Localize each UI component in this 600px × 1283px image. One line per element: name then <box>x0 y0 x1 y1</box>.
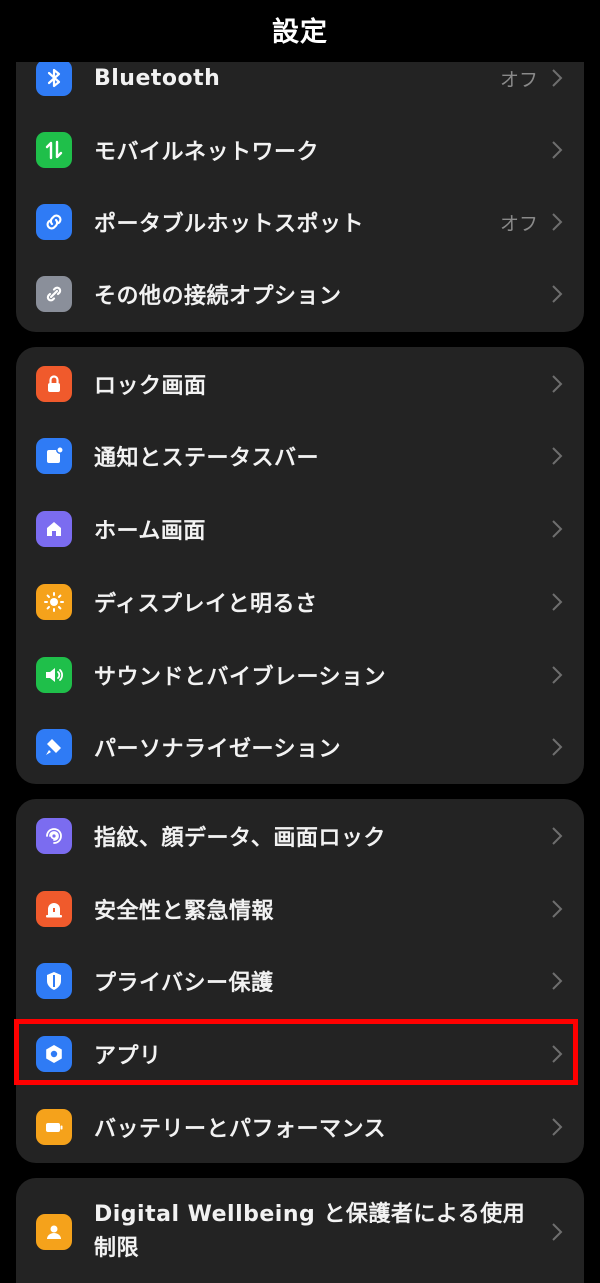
settings-item-label: Digital Wellbeing と保護者による使用制限 <box>94 1202 526 1261</box>
chevron-right-icon <box>550 518 564 540</box>
chevron-right-icon <box>550 1043 564 1065</box>
settings-item-label: Bluetooth <box>94 65 221 91</box>
personalization-icon <box>36 729 72 765</box>
chevron-right-icon <box>550 825 564 847</box>
chevron-right-icon <box>550 139 564 161</box>
settings-group-display: ロック画面 通知とステータスバー ホーム画面 ディスプレイと明るさ サウンドとバ… <box>16 347 584 784</box>
chevron-right-icon <box>550 445 564 467</box>
lock-icon <box>36 366 72 402</box>
settings-item-sound[interactable]: サウンドとバイブレーション <box>16 639 584 711</box>
notification-icon <box>36 438 72 474</box>
settings-group-security: 指紋、顔データ、画面ロック 安全性と緊急情報 プライバシー保護 アプリ バッテリ… <box>16 799 584 1163</box>
chevron-right-icon <box>550 591 564 613</box>
settings-item-hotspot[interactable]: ポータブルホットスポット オフ <box>16 186 584 258</box>
settings-item-fingerprint[interactable]: 指紋、顔データ、画面ロック <box>16 800 584 872</box>
settings-item-safety-emergency[interactable]: 安全性と緊急情報 <box>16 873 584 945</box>
settings-item-value: オフ <box>499 68 538 91</box>
bluetooth-icon <box>36 60 72 96</box>
settings-item-label: 通知とステータスバー <box>94 446 320 471</box>
settings-group-connectivity: Bluetooth オフ モバイルネットワーク ポータブルホットスポット オフ … <box>16 30 584 332</box>
settings-item-label: プライバシー保護 <box>94 971 274 996</box>
chevron-right-icon <box>550 373 564 395</box>
chevron-right-icon <box>550 970 564 992</box>
chevron-right-icon <box>550 1221 564 1243</box>
settings-item-label: その他の接続オプション <box>94 284 342 309</box>
sound-icon <box>36 657 72 693</box>
settings-item-label: アプリ <box>94 1044 162 1069</box>
settings-item-mobile-network[interactable]: モバイルネットワーク <box>16 114 584 186</box>
settings-item-display-brightness[interactable]: ディスプレイと明るさ <box>16 566 584 638</box>
settings-item-label: バッテリーとパフォーマンス <box>94 1117 387 1142</box>
settings-item-value: オフ <box>499 212 538 235</box>
chevron-right-icon <box>550 67 564 89</box>
emergency-icon <box>36 891 72 927</box>
settings-item-personalization[interactable]: パーソナライゼーション <box>16 711 584 783</box>
settings-item-more-connections[interactable]: その他の接続オプション <box>16 258 584 330</box>
settings-screen: 設定 Bluetooth オフ モバイルネットワーク ポータブルホットスポット … <box>0 0 600 1283</box>
chevron-right-icon <box>550 283 564 305</box>
settings-item-label: パーソナライゼーション <box>94 737 342 762</box>
apps-gear-icon <box>36 1036 72 1072</box>
header: 設定 <box>0 0 600 62</box>
settings-item-label: ロック画面 <box>94 374 207 399</box>
chevron-right-icon <box>550 664 564 686</box>
settings-item-privacy[interactable]: プライバシー保護 <box>16 945 584 1017</box>
mobile-data-icon <box>36 132 72 168</box>
settings-item-label: 指紋、顔データ、画面ロック <box>94 826 386 851</box>
fingerprint-icon <box>36 818 72 854</box>
settings-item-home-screen[interactable]: ホーム画面 <box>16 493 584 565</box>
chevron-right-icon <box>550 211 564 233</box>
settings-item-lock-screen[interactable]: ロック画面 <box>16 348 584 420</box>
page-title: 設定 <box>272 16 328 48</box>
settings-item-label: サウンドとバイブレーション <box>94 665 387 690</box>
privacy-shield-icon <box>36 963 72 999</box>
wellbeing-icon <box>36 1214 72 1250</box>
settings-item-apps[interactable]: アプリ <box>16 1018 584 1090</box>
settings-item-label: モバイルネットワーク <box>94 140 320 165</box>
battery-icon <box>36 1109 72 1145</box>
hotspot-link-icon <box>36 204 72 240</box>
settings-item-label: ホーム画面 <box>94 519 206 544</box>
home-icon <box>36 511 72 547</box>
settings-group-wellbeing: Digital Wellbeing と保護者による使用制限 <box>16 1178 584 1283</box>
settings-item-label: 安全性と緊急情報 <box>94 899 275 924</box>
settings-item-label: ポータブルホットスポット <box>94 212 365 237</box>
connection-link-icon <box>36 276 72 312</box>
settings-item-label: ディスプレイと明るさ <box>94 592 318 617</box>
settings-item-battery[interactable]: バッテリーとパフォーマンス <box>16 1091 584 1163</box>
brightness-icon <box>36 584 72 620</box>
chevron-right-icon <box>550 736 564 758</box>
settings-item-notifications[interactable]: 通知とステータスバー <box>16 420 584 492</box>
chevron-right-icon <box>550 898 564 920</box>
settings-item-digital-wellbeing[interactable]: Digital Wellbeing と保護者による使用制限 <box>16 1184 584 1280</box>
chevron-right-icon <box>550 1116 564 1138</box>
